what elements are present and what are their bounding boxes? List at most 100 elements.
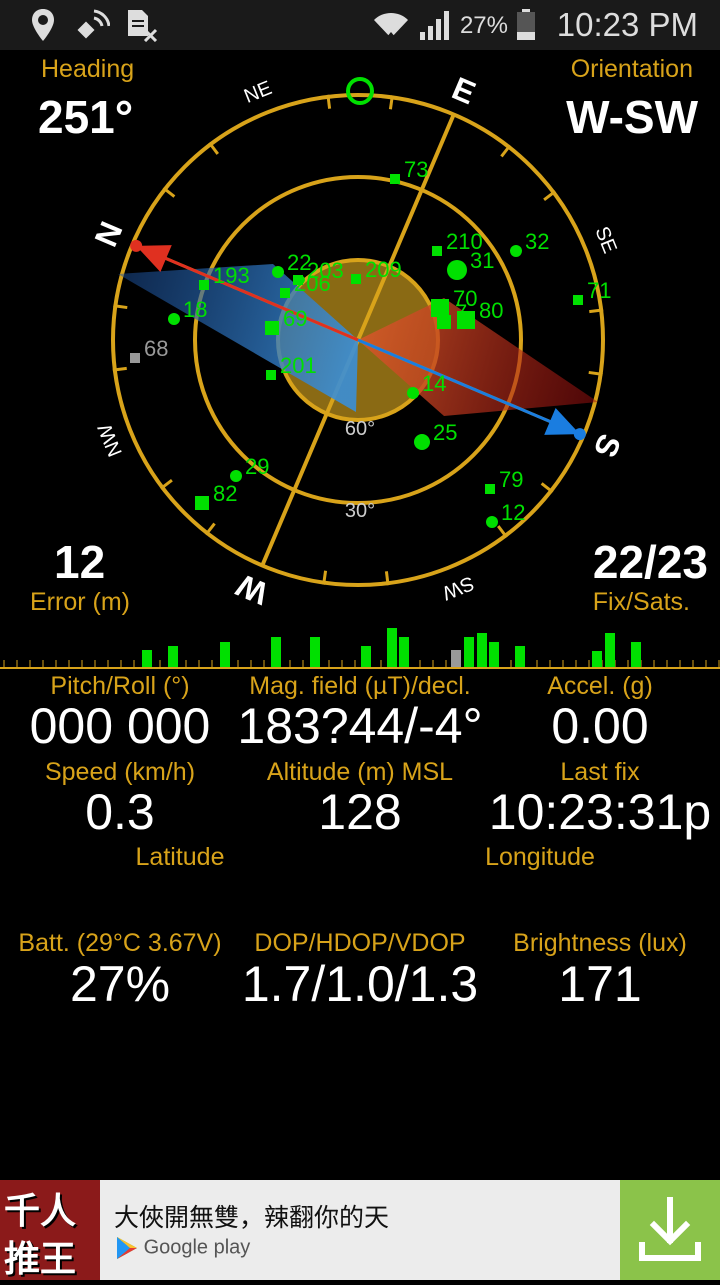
- battery-value: 27%: [69, 956, 171, 1012]
- accel-value: 0.00: [551, 698, 649, 754]
- satellite-id: 201: [280, 353, 317, 378]
- compass-tick: [112, 366, 127, 372]
- satellite-id: 18: [183, 297, 207, 322]
- satellite-signal-icon: [77, 9, 110, 39]
- altitude-value: 128: [318, 784, 402, 840]
- signal-bar: [387, 628, 397, 668]
- signal-bar: [515, 646, 525, 668]
- satellite-marker: [272, 266, 284, 278]
- signal-bar: [464, 637, 474, 668]
- satellite-marker: [485, 484, 495, 494]
- cell-signal-icon: [420, 11, 449, 40]
- signal-bar: [592, 651, 602, 668]
- signal-bar: [310, 637, 320, 668]
- google-play-icon: [117, 1237, 137, 1259]
- satellite-id: 12: [501, 500, 525, 525]
- satellite-id: 209: [365, 257, 402, 282]
- satellite-id: 7: [455, 300, 467, 325]
- cardinal-n: N: [87, 216, 129, 251]
- cardinal-w: W: [230, 567, 273, 612]
- satellite-marker: [510, 245, 522, 257]
- no-sim-icon: [128, 10, 158, 42]
- satellite-marker: [573, 295, 583, 305]
- satellite-id: 25: [433, 420, 457, 445]
- fix-label: Fix/Sats.: [592, 588, 690, 616]
- satellite-marker: [280, 288, 290, 298]
- satellite-id: 80: [479, 298, 503, 323]
- satellite-id: 29: [245, 454, 269, 479]
- satellite-marker: [130, 353, 140, 363]
- satellite-id: 68: [144, 336, 168, 361]
- intercardinal-sw: SW: [439, 571, 477, 604]
- satellite-marker: [432, 246, 442, 256]
- satellite-id: 71: [587, 278, 611, 303]
- ad-banner[interactable]: 千人 推王 大俠開無雙，辣翻你的天 Google play: [0, 1180, 720, 1280]
- speed-value: 0.3: [85, 784, 155, 840]
- signal-bar: [605, 633, 615, 668]
- satellite-id: 79: [499, 467, 523, 492]
- clock: 10:23 PM: [556, 6, 698, 43]
- wifi-icon: [374, 12, 408, 38]
- cardinal-e: E: [447, 70, 481, 111]
- brightness-label: Brightness (lux): [513, 929, 687, 957]
- elevation-label: 60°: [345, 418, 375, 440]
- intercardinal-se: SE: [590, 223, 620, 256]
- ad-thumb-text-bottom: 推王: [4, 1239, 77, 1280]
- satellite-marker: [414, 434, 430, 450]
- north-arrow-head-dot: [130, 239, 143, 252]
- signal-bar: [477, 633, 487, 668]
- signal-bar: [631, 642, 641, 668]
- satellite-id: 82: [213, 481, 237, 506]
- signal-strength-histogram: [0, 628, 720, 669]
- signal-bar: [271, 637, 281, 668]
- compass-tick: [322, 570, 328, 585]
- status-bar: 27% 10:23 PM: [0, 0, 720, 50]
- brightness-value: 171: [558, 956, 642, 1012]
- error-label: Error (m): [30, 588, 130, 616]
- intercardinal-nw: NW: [94, 420, 127, 459]
- satellite-marker: [265, 321, 279, 335]
- dop-value: 1.7/1.0/1.3: [241, 956, 479, 1012]
- ad-thumbnail[interactable]: 千人 推王: [0, 1180, 100, 1280]
- signal-bar: [361, 646, 371, 668]
- satellite-id: 73: [404, 157, 428, 182]
- fix-value: 22/23: [592, 536, 708, 588]
- satellite-marker: [168, 313, 180, 325]
- battery-percent: 27%: [459, 12, 508, 39]
- dop-label: DOP/HDOP/VDOP: [254, 929, 466, 957]
- satellite-marker: [351, 274, 361, 284]
- pitch-roll-value: 000 000: [29, 698, 211, 754]
- location-pin-icon: [32, 9, 54, 41]
- satellite-marker: [431, 299, 449, 317]
- ad-thumb-text-top: 千人: [4, 1191, 77, 1232]
- latitude-label: Latitude: [135, 843, 225, 871]
- satellite-marker: [390, 174, 400, 184]
- satellite-id: 193: [213, 263, 250, 288]
- south-arrow-head-dot: [573, 428, 586, 441]
- zenith-marker: [346, 77, 374, 105]
- satellite-marker: [437, 315, 451, 329]
- satellite-id: 206: [294, 271, 331, 296]
- satellite-marker: [266, 370, 276, 380]
- compass-tick: [384, 571, 390, 586]
- signal-bar: [142, 650, 152, 668]
- signal-bar: [489, 642, 499, 668]
- compass-tick: [326, 94, 332, 109]
- ad-title[interactable]: 大俠開無雙，辣翻你的天: [114, 1198, 389, 1234]
- battery-label: Batt. (29°C 3.67V): [18, 929, 222, 957]
- satellite-marker: [199, 280, 209, 290]
- satellite-marker: [407, 387, 419, 399]
- longitude-label: Longitude: [485, 843, 595, 871]
- ad-store-badge: Google play: [116, 1236, 250, 1260]
- download-icon: [639, 1197, 701, 1261]
- download-button[interactable]: [620, 1180, 720, 1280]
- satellite-id: 14: [422, 371, 446, 396]
- compass-tick: [588, 370, 603, 376]
- mag-field-value: 183?44/-4°: [237, 698, 483, 754]
- elevation-label: 30°: [345, 500, 375, 522]
- intercardinal-ne: NE: [241, 77, 275, 108]
- satellite-marker: [195, 496, 209, 510]
- satellite-id: 32: [525, 229, 549, 254]
- last-fix-value: 10:23:31p: [488, 784, 712, 840]
- signal-bar: [451, 650, 461, 668]
